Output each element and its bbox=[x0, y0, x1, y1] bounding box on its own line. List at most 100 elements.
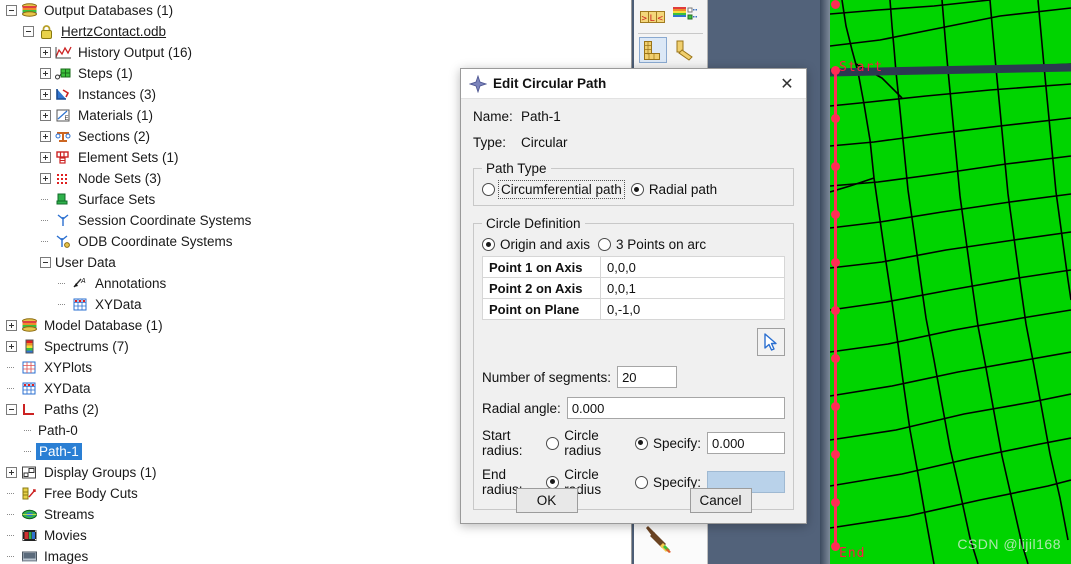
path-node bbox=[831, 306, 840, 315]
collapse-icon[interactable] bbox=[40, 257, 51, 268]
path-node bbox=[831, 162, 840, 171]
path-node bbox=[831, 0, 840, 9]
tree-item-label: XYData bbox=[44, 381, 91, 396]
svg-text:L: L bbox=[650, 14, 655, 24]
expand-icon[interactable] bbox=[40, 152, 51, 163]
path-ends-button[interactable]: > L < bbox=[639, 4, 667, 30]
tree-item-label: History Output (16) bbox=[78, 45, 193, 60]
circle-definition-legend: Circle Definition bbox=[486, 216, 581, 231]
pick-row bbox=[482, 328, 785, 356]
tree-connector bbox=[57, 299, 68, 310]
dialog-title: Edit Circular Path bbox=[493, 76, 607, 91]
tree-item-label: Path-1 bbox=[36, 443, 82, 460]
tree-item-label: Streams bbox=[44, 507, 95, 522]
tree-item-hertzcontact-odb[interactable]: HertzContact.odb bbox=[0, 21, 631, 42]
segments-input[interactable] bbox=[617, 366, 678, 388]
radio-start-circle-radius[interactable]: Circle radius bbox=[546, 428, 623, 458]
tree-item-label: Node Sets (3) bbox=[78, 171, 162, 186]
expand-icon[interactable] bbox=[40, 173, 51, 184]
start-radius-input[interactable] bbox=[707, 432, 785, 454]
radio-radial-indicator bbox=[630, 183, 644, 196]
xydata-icon bbox=[21, 381, 38, 396]
cancel-button[interactable]: Cancel bbox=[689, 487, 752, 513]
name-value: Path-1 bbox=[521, 109, 561, 124]
expand-icon[interactable] bbox=[6, 467, 17, 478]
path-node bbox=[831, 498, 840, 507]
ok-button[interactable]: OK bbox=[515, 487, 578, 513]
collapse-icon[interactable] bbox=[23, 26, 34, 37]
annotations-icon: A bbox=[72, 276, 89, 291]
mesh-wireframe-icon bbox=[830, 0, 1071, 564]
point2-value[interactable]: 0,0,1 bbox=[600, 277, 785, 299]
images-icon bbox=[21, 549, 38, 564]
edit-path-button[interactable] bbox=[671, 37, 699, 63]
dialog-titlebar: Edit Circular Path ✕ bbox=[461, 69, 806, 99]
materials-icon: E bbox=[55, 108, 72, 123]
tree-connector bbox=[6, 362, 17, 373]
tree-item-history-output-16[interactable]: History Output (16) bbox=[0, 42, 631, 63]
tree-item-label: ODB Coordinate Systems bbox=[78, 234, 233, 249]
expand-icon[interactable] bbox=[40, 110, 51, 121]
radio-origin-axis-label: Origin and axis bbox=[500, 237, 591, 252]
expand-icon[interactable] bbox=[40, 47, 51, 58]
table-row[interactable]: Point 2 on Axis 0,0,1 bbox=[482, 277, 785, 299]
steps-icon bbox=[55, 66, 72, 81]
expand-icon[interactable] bbox=[6, 320, 17, 331]
points-table[interactable]: Point 1 on Axis 0,0,0 Point 2 on Axis 0,… bbox=[482, 256, 785, 320]
history-output-icon bbox=[55, 45, 72, 60]
instances-icon bbox=[55, 87, 72, 102]
tree-item-output-databases-1[interactable]: Output Databases (1) bbox=[0, 0, 631, 21]
edit-circular-path-dialog[interactable]: Edit Circular Path ✕ Name: Path-1 Type: … bbox=[460, 68, 807, 524]
expand-icon[interactable] bbox=[40, 89, 51, 100]
tree-connector bbox=[6, 530, 17, 541]
expand-icon[interactable] bbox=[6, 341, 17, 352]
segments-row: Number of segments: bbox=[482, 366, 785, 388]
radio-start-specify[interactable]: Specify: bbox=[634, 436, 701, 451]
tree-item-label: Steps (1) bbox=[78, 66, 133, 81]
expand-icon[interactable] bbox=[40, 131, 51, 142]
path-type-legend: Path Type bbox=[486, 161, 547, 176]
name-field-row: Name: Path-1 bbox=[473, 109, 794, 124]
start-radius-row: Start radius: Circle radius Specify: bbox=[482, 428, 785, 458]
tree-item-label: XYData bbox=[95, 297, 142, 312]
tree-item-label: Surface Sets bbox=[78, 192, 156, 207]
tree-item-label: HertzContact.odb bbox=[61, 24, 167, 39]
lock-icon bbox=[38, 24, 55, 39]
table-row[interactable]: Point 1 on Axis 0,0,0 bbox=[482, 256, 785, 278]
xydata-icon bbox=[72, 297, 89, 312]
radio-three-points-on-arc[interactable]: 3 Points on arc bbox=[598, 237, 706, 252]
pick-points-button[interactable] bbox=[757, 328, 785, 356]
paths-icon bbox=[21, 402, 38, 417]
session-coord-icon bbox=[55, 213, 72, 228]
create-path-button[interactable] bbox=[639, 37, 667, 63]
path-node bbox=[831, 450, 840, 459]
close-icon[interactable]: ✕ bbox=[774, 72, 800, 96]
table-row[interactable]: Point on Plane 0,-1,0 bbox=[482, 298, 785, 320]
point1-value[interactable]: 0,0,0 bbox=[600, 256, 785, 278]
path-node bbox=[831, 402, 840, 411]
radio-circumferential-path[interactable]: Circumferential path bbox=[482, 180, 625, 199]
odb-coord-icon bbox=[55, 234, 72, 249]
tree-item-label: Output Databases (1) bbox=[44, 3, 174, 18]
display-groups-icon bbox=[21, 465, 38, 480]
tree-connector bbox=[23, 425, 34, 436]
tree-item-movies[interactable]: Movies bbox=[0, 525, 631, 546]
radial-angle-label: Radial angle: bbox=[482, 400, 561, 416]
point-on-plane-value[interactable]: 0,-1,0 bbox=[600, 298, 785, 320]
path-type-options: Circumferential path Radial path bbox=[482, 180, 785, 199]
tree-item-label: Annotations bbox=[95, 276, 167, 291]
tree-item-label: Element Sets (1) bbox=[78, 150, 179, 165]
radio-radial-path[interactable]: Radial path bbox=[630, 182, 717, 197]
path-toolbar[interactable]: > L < bbox=[634, 0, 708, 72]
expand-icon[interactable] bbox=[40, 68, 51, 79]
spectrum-list-button[interactable] bbox=[671, 4, 699, 30]
segments-label: Number of segments: bbox=[482, 369, 612, 385]
radial-angle-input[interactable] bbox=[566, 397, 785, 419]
movies-icon bbox=[21, 528, 38, 543]
radio-origin-and-axis[interactable]: Origin and axis bbox=[482, 237, 590, 252]
free-body-cuts-icon bbox=[21, 486, 38, 501]
tree-item-label: Sections (2) bbox=[78, 129, 151, 144]
collapse-icon[interactable] bbox=[6, 404, 17, 415]
collapse-icon[interactable] bbox=[6, 5, 17, 16]
tree-item-images[interactable]: Images bbox=[0, 546, 631, 564]
